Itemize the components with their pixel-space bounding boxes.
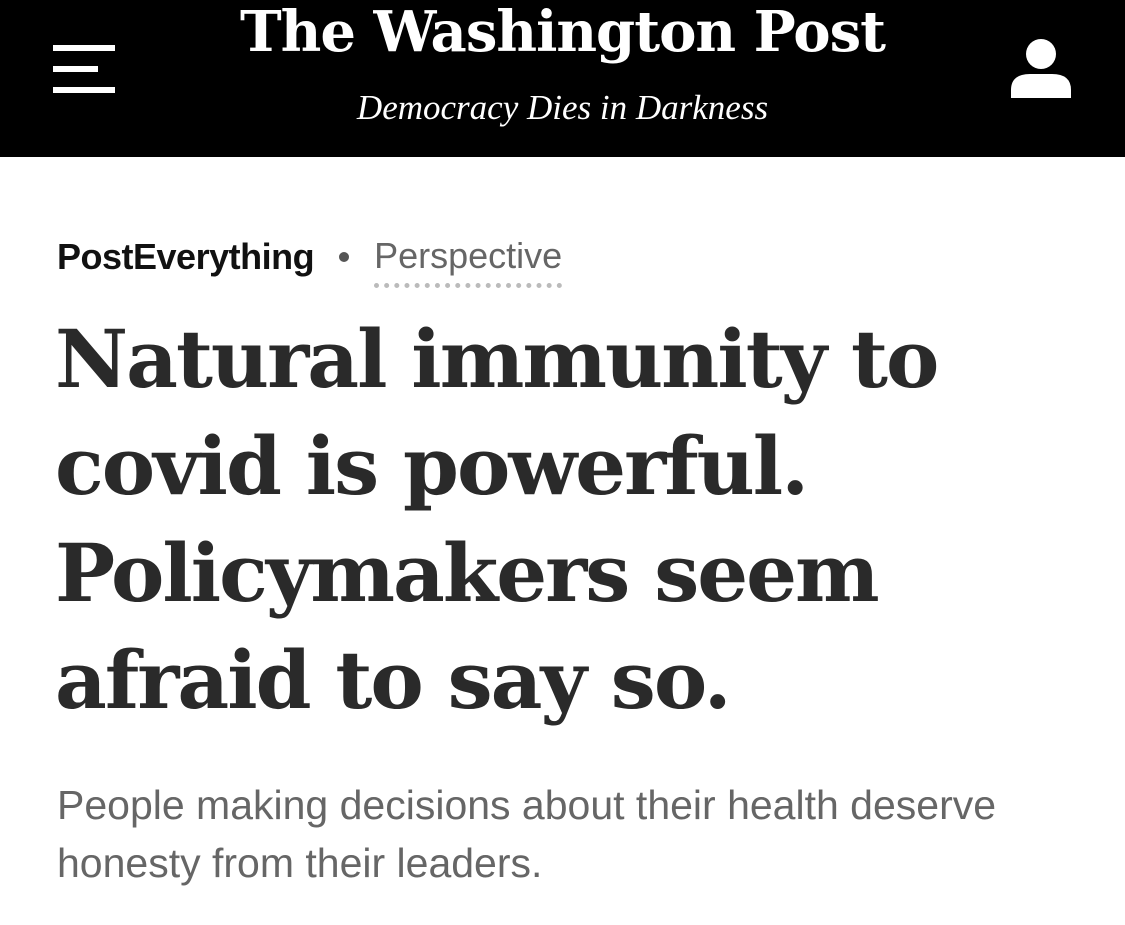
article-headline: Natural immunity to covid is powerful. P… <box>55 312 939 727</box>
site-header: The Washington Post Democracy Dies in Da… <box>0 0 1125 157</box>
article-subheadline: People making decisions about their heal… <box>57 782 997 886</box>
perspective-label-link[interactable]: Perspective <box>374 235 563 288</box>
separator-dot-icon <box>339 252 350 262</box>
menu-bar <box>53 66 98 72</box>
article-page: The Washington Post Democracy Dies in Da… <box>0 0 1125 925</box>
section-link[interactable]: PostEverything <box>57 236 315 278</box>
user-profile-icon[interactable] <box>1008 38 1074 100</box>
site-tagline: Democracy Dies in Darkness <box>356 88 769 127</box>
article-kicker: PostEverything Perspective <box>57 232 563 288</box>
user-profile-glyph <box>1011 39 1071 98</box>
site-logo[interactable]: The Washington Post <box>0 0 1125 64</box>
